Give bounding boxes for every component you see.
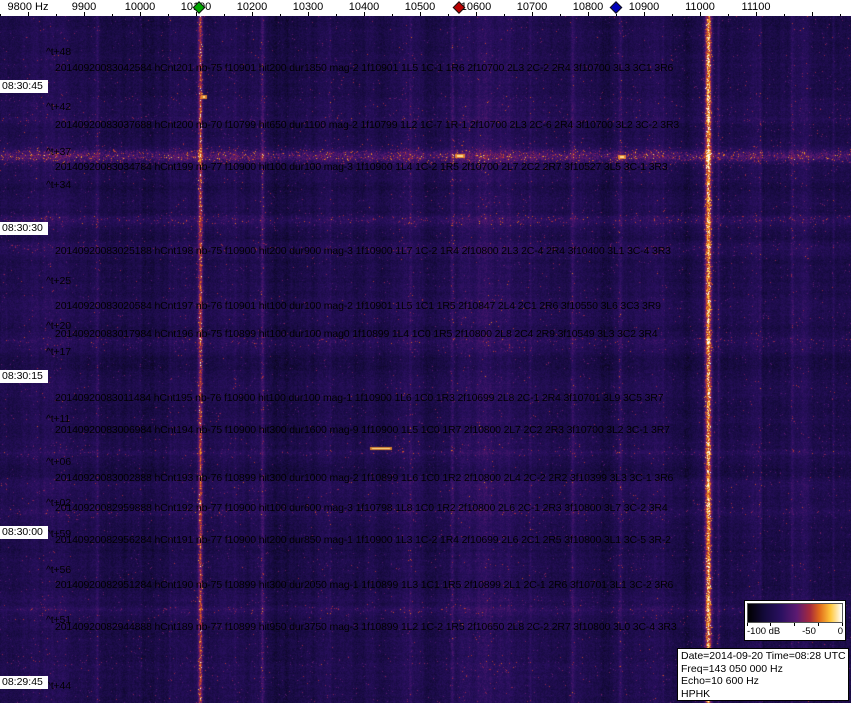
freq-tick: [644, 12, 645, 16]
db-scale-legend: -100 dB -50 0: [744, 600, 846, 641]
detection-log-line: 20140920083011484 hCnt195 nb-76 f10900 h…: [55, 392, 664, 404]
freq-tick: [448, 14, 449, 16]
freq-tick: [392, 14, 393, 16]
freq-tick: [476, 12, 477, 16]
info-date-time: Date=2014-09-20 Time=08:28 UTC: [681, 650, 846, 662]
log-time-marker: ^t+34: [46, 179, 71, 191]
time-axis-label: 08:30:30: [0, 222, 48, 235]
spectrogram-canvas: [0, 0, 851, 703]
detection-log-line: 20140920082944888 hCnt189 nb-77 f10899 h…: [55, 621, 677, 633]
detection-log-line: 20140920083017984 hCnt196 nb-75 f10899 h…: [55, 328, 658, 340]
freq-tick: [364, 12, 365, 16]
freq-tick: [672, 14, 673, 16]
log-time-marker: ^t+06: [46, 456, 71, 468]
legend-label-min: -100 dB: [747, 626, 781, 637]
freq-tick: [728, 14, 729, 16]
detection-log-line: 20140920083020584 hCnt197 nb-76 f10901 h…: [55, 300, 661, 312]
freq-tick: [840, 14, 841, 16]
detection-log-line: 20140920082951284 hCnt190 nb-75 f10899 h…: [55, 579, 674, 591]
freq-tick: [112, 14, 113, 16]
detection-log-line: 20140920083002888 hCnt193 nb-76 f10899 h…: [55, 472, 674, 484]
freq-tick: [84, 12, 85, 16]
freq-tick: [784, 14, 785, 16]
log-time-marker: ^t+17: [46, 346, 71, 358]
log-time-marker: ^t+48: [46, 46, 71, 58]
log-time-marker: ^t+25: [46, 275, 71, 287]
detection-log-line: 20140920083025188 hCnt198 nb-75 f10900 h…: [55, 245, 671, 257]
blue-diamond-marker-icon[interactable]: [609, 1, 623, 14]
freq-tick: [560, 14, 561, 16]
time-axis-label: 08:30:15: [0, 370, 48, 383]
legend-ticks: [747, 623, 843, 627]
freq-tick: [420, 12, 421, 16]
log-time-marker: ^t+56: [46, 564, 71, 576]
freq-tick: [28, 12, 29, 16]
freq-tick: [812, 12, 813, 16]
freq-tick: [224, 14, 225, 16]
legend-label-mid: -50: [802, 626, 816, 637]
observation-info-box: Date=2014-09-20 Time=08:28 UTC Freq=143 …: [677, 648, 849, 701]
freq-tick: [308, 12, 309, 16]
time-axis-label: 08:30:45: [0, 80, 48, 93]
legend-gradient: [747, 603, 843, 623]
freq-tick: [252, 12, 253, 16]
info-echo: Echo=10 600 Hz: [681, 675, 759, 687]
log-time-marker: ^t+44: [46, 680, 71, 692]
detection-log-line: 20140920083037688 hCnt200 nb-70 f10799 h…: [55, 119, 680, 131]
time-axis-label: 08:29:45: [0, 676, 48, 689]
freq-tick: [168, 14, 169, 16]
freq-tick: [336, 14, 337, 16]
detection-log-line: 20140920082956284 hCnt191 nb-77 f10900 h…: [55, 534, 671, 546]
meteor-spectrogram-screen: 9800 Hz 9900 10000 10100 10200 10300 104…: [0, 0, 851, 703]
freq-tick: [532, 12, 533, 16]
info-frequency: Freq=143 050 000 Hz: [681, 662, 783, 675]
info-station: HPHK: [681, 687, 711, 700]
log-time-marker: ^t+37: [46, 146, 71, 158]
freq-tick: [588, 12, 589, 16]
freq-tick: [140, 12, 141, 16]
freq-tick: [504, 14, 505, 16]
frequency-axis: 9800 Hz 9900 10000 10100 10200 10300 104…: [0, 0, 851, 16]
freq-tick: [616, 14, 617, 16]
log-time-marker: ^t+42: [46, 101, 71, 113]
detection-log-line: 20140920083042584 hCnt201 nb-75 f10901 h…: [55, 62, 674, 74]
legend-label-max: 0: [837, 626, 843, 637]
detection-log-line: 20140920082959888 hCnt192 nb-77 f10900 h…: [55, 502, 668, 514]
freq-tick: [0, 14, 1, 16]
time-axis-label: 08:30:00: [0, 526, 48, 539]
freq-tick: [56, 14, 57, 16]
detection-log-line: 20140920083034784 hCnt199 nb-77 f10900 h…: [55, 161, 668, 173]
freq-tick: [700, 12, 701, 16]
freq-tick: [280, 14, 281, 16]
detection-log-line: 20140920083006984 hCnt194 nb-75 f10900 h…: [55, 424, 670, 436]
freq-tick: [756, 12, 757, 16]
